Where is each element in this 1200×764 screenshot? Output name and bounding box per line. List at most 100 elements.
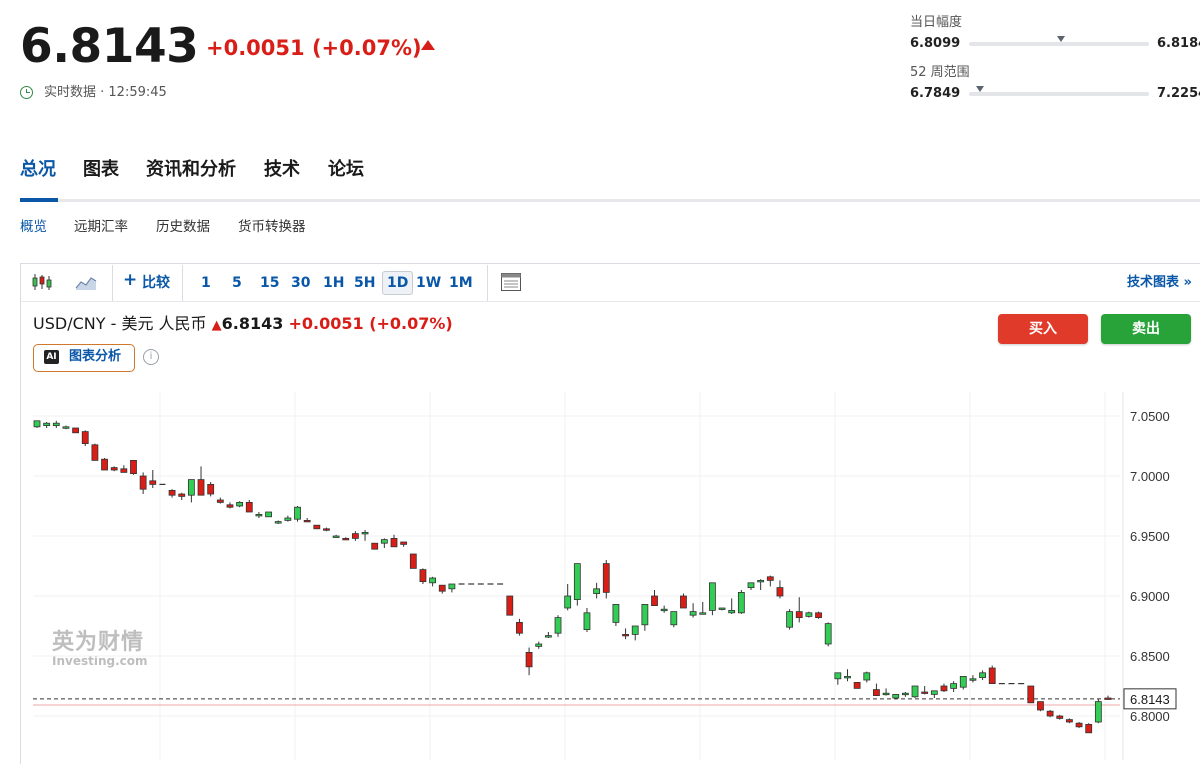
candle-up (863, 672, 871, 681)
candle-up (718, 607, 726, 610)
candle-down (120, 468, 128, 473)
candle-up (911, 685, 919, 698)
candle-down (795, 611, 803, 618)
candle-up (757, 580, 765, 583)
candle-down (72, 427, 79, 434)
candle-up (709, 582, 716, 611)
candle-down (1046, 710, 1054, 717)
candle-down (815, 612, 822, 618)
candle-down (352, 533, 359, 539)
candle-down (245, 501, 253, 513)
candle-up (236, 501, 244, 507)
candle-up (448, 583, 456, 590)
candle-up (535, 643, 543, 647)
candle-down (1027, 685, 1035, 704)
candle-up (380, 539, 388, 544)
candle-up (33, 420, 41, 428)
candle-down (91, 444, 99, 461)
candle-up (892, 694, 900, 699)
candle-up (930, 690, 938, 695)
candle-up (824, 623, 832, 645)
candle-down (602, 563, 610, 593)
y-tick-label: 7.0500 (1130, 409, 1170, 424)
y-tick-label: 6.8500 (1130, 649, 1170, 664)
candle-up (573, 563, 581, 600)
candle-down (139, 475, 147, 490)
candle-down (873, 689, 880, 696)
candle-up (583, 612, 591, 630)
candle-down (409, 553, 417, 569)
candle-down (921, 691, 929, 694)
candle-down (101, 458, 108, 471)
candle-up (844, 676, 851, 679)
candle-up (554, 617, 562, 634)
candle-down (81, 431, 89, 445)
candle-down (178, 493, 186, 497)
candle-up (284, 517, 292, 521)
candle-down (1056, 715, 1064, 719)
y-tick-label: 6.9000 (1130, 589, 1170, 604)
y-tick-label: 6.8000 (1130, 709, 1170, 724)
candle-down (342, 538, 350, 541)
candle-up (43, 422, 51, 427)
candle-down (651, 595, 658, 607)
candle-down (207, 483, 215, 495)
candle-down (1104, 697, 1112, 700)
candle-up (747, 582, 755, 588)
candle-up (274, 521, 282, 524)
candle-down (313, 524, 321, 530)
candle-down (149, 480, 157, 485)
candle-up (564, 595, 572, 609)
candle-down (419, 569, 427, 582)
candle-up (950, 683, 958, 689)
candle-up (544, 635, 552, 638)
candle-down (400, 541, 408, 545)
candle-up (969, 678, 977, 681)
candle-down (776, 587, 784, 597)
candle-down (853, 682, 861, 689)
candle-up (265, 511, 272, 518)
candle-up (689, 611, 697, 616)
candle-down (506, 595, 514, 616)
candle-down (438, 584, 446, 592)
current-price-label: 6.8143 (1130, 692, 1170, 707)
candle-up (737, 592, 745, 614)
candle-up (1094, 701, 1102, 723)
candle-up (332, 535, 340, 538)
y-tick-label: 7.0000 (1130, 469, 1170, 484)
candle-down (371, 542, 379, 550)
y-tick-label: 6.9500 (1130, 529, 1170, 544)
candle-up (255, 514, 263, 517)
candle-down (988, 667, 996, 684)
candle-down (1037, 701, 1044, 711)
candle-up (429, 577, 436, 584)
candle-down (197, 479, 205, 496)
candle-up (62, 426, 70, 429)
candle-up (641, 604, 649, 626)
candle-down (226, 504, 234, 508)
candle-up (593, 588, 601, 594)
candle-up (834, 672, 842, 680)
candle-down (1075, 722, 1083, 728)
candle-up (959, 676, 967, 688)
candle-up (631, 625, 639, 635)
candle-up (660, 608, 668, 612)
candle-down (622, 634, 629, 637)
candle-down (390, 538, 398, 548)
candle-down (323, 528, 330, 531)
candle-up (361, 532, 369, 535)
candlestick-chart[interactable]: 7.0500 7.0000 6.9500 6.9000 6.8500 6.8000 6.81… (0, 0, 1200, 763)
candle-down (940, 685, 948, 692)
candle-down (130, 459, 137, 474)
candle-up (979, 672, 986, 678)
candle-up (294, 506, 301, 520)
candle-down (1066, 719, 1073, 723)
candle-down (1085, 724, 1093, 734)
candle-up (612, 604, 620, 623)
candle-up (805, 612, 813, 617)
candle-down (766, 576, 774, 581)
candle-up (901, 692, 909, 696)
candle-up (670, 611, 678, 626)
candle-up (187, 479, 195, 496)
candle-down (680, 595, 687, 609)
